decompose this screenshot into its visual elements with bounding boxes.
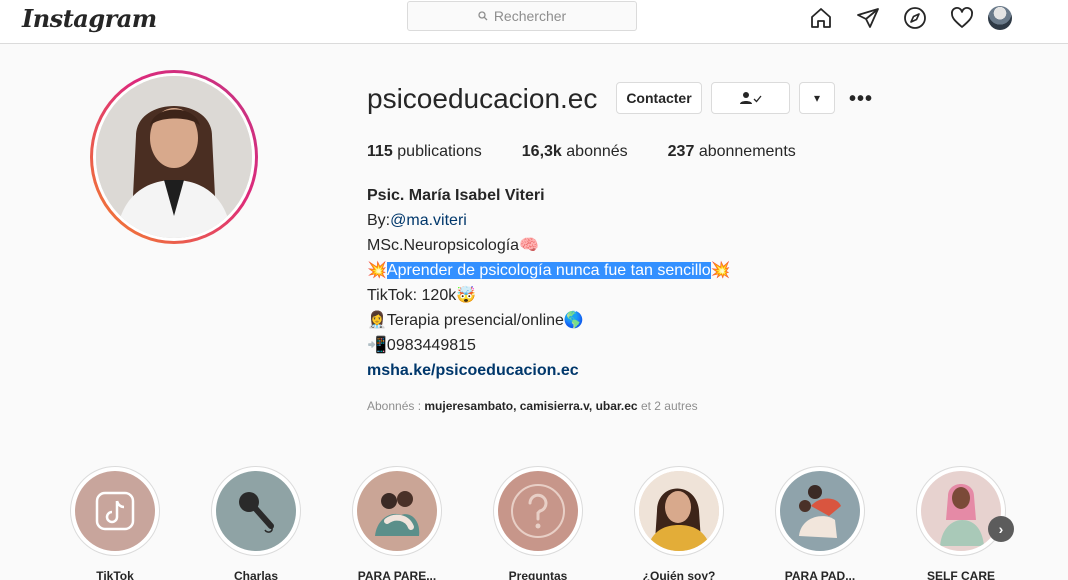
collision-icon: 💥 xyxy=(367,262,387,279)
highlight-tiktok[interactable]: TikTok xyxy=(70,466,160,580)
highlight-para-padres-2[interactable]: PARA PAD... xyxy=(775,466,865,580)
contact-button[interactable]: Contacter xyxy=(616,82,702,114)
stat-following[interactable]: 237 abonnements xyxy=(668,143,796,161)
instagram-logo[interactable]: Instagram xyxy=(22,4,157,33)
profile-bio: Psic. María Isabel Viteri By:@ma.viteri … xyxy=(367,183,731,383)
family-illustration-icon xyxy=(357,471,437,551)
chevron-right-icon[interactable]: › xyxy=(988,516,1014,542)
bio-by-line: By:@ma.viteri xyxy=(367,212,467,229)
bio-tiktok-line: TikTok: 120k🤯 xyxy=(367,287,477,304)
more-options-icon[interactable]: ••• xyxy=(849,88,873,111)
selected-text: Aprender de psicología nunca fue tan sen… xyxy=(386,262,711,279)
highlight-preguntas[interactable]: Preguntas xyxy=(493,466,583,580)
top-navbar: Instagram Rechercher xyxy=(0,0,1068,44)
profile-avatar[interactable] xyxy=(90,70,258,244)
nav-icons xyxy=(808,5,1012,31)
direct-message-icon[interactable] xyxy=(855,5,881,31)
health-worker-icon: 👩‍⚕️ xyxy=(367,312,387,329)
profile-full-name: Psic. María Isabel Viteri xyxy=(367,187,545,204)
profile-stats: 115 publications 16,3k abonnés 237 abonn… xyxy=(367,143,836,161)
user-avatar[interactable] xyxy=(988,6,1012,30)
profile-photo-highlight xyxy=(639,471,719,551)
stat-followers[interactable]: 16,3k abonnés xyxy=(522,143,628,161)
profile-photo xyxy=(96,76,252,238)
bio-phone-line: 📲0983449815 xyxy=(367,337,476,354)
search-input[interactable]: Rechercher xyxy=(407,1,637,31)
highlight-charlas[interactable]: Charlas xyxy=(211,466,301,580)
search-placeholder: Rechercher xyxy=(493,8,567,24)
collision-icon: 💥 xyxy=(710,262,731,279)
highlight-quien-soy[interactable]: ¿Quién soy? xyxy=(634,466,724,580)
highlight-para-padres[interactable]: PARA PARE... xyxy=(352,466,442,580)
search-icon xyxy=(478,11,488,21)
followed-by-text[interactable]: Abonnés : mujeresambato, camisierra.v, u… xyxy=(367,399,698,413)
chevron-down-icon: ▾ xyxy=(813,91,821,105)
heart-activity-icon[interactable] xyxy=(949,5,975,31)
question-mark-icon xyxy=(498,471,578,551)
explore-compass-icon[interactable] xyxy=(902,5,928,31)
suggested-dropdown-button[interactable]: ▾ xyxy=(799,82,835,114)
home-icon[interactable] xyxy=(808,5,834,31)
mobile-phone-icon: 📲 xyxy=(367,337,387,354)
bio-therapy-line: 👩‍⚕️Terapia presencial/online🌎 xyxy=(367,312,584,329)
following-button[interactable] xyxy=(711,82,790,114)
story-highlights: TikTok Charlas PARA PARE... Preguntas ¿Q… xyxy=(70,466,1068,580)
tiktok-icon xyxy=(75,471,155,551)
bio-tagline-line: 💥Aprender de psicología nunca fue tan se… xyxy=(367,258,731,283)
parent-child-illustration-icon xyxy=(780,471,860,551)
mention-link[interactable]: @ma.viteri xyxy=(390,212,467,229)
self-care-illustration-icon xyxy=(921,471,1001,551)
brain-icon: 🧠 xyxy=(519,237,539,254)
profile-username: psicoeducacion.ec xyxy=(367,83,598,114)
user-check-icon xyxy=(739,92,762,104)
globe-icon: 🌎 xyxy=(563,312,584,329)
bio-msc-line: MSc.Neuropsicología🧠 xyxy=(367,237,539,254)
bio-website-link[interactable]: msha.ke/psicoeducacion.ec xyxy=(367,358,731,383)
mind-blown-icon: 🤯 xyxy=(456,287,477,304)
stat-posts: 115 publications xyxy=(367,143,482,160)
microphone-icon xyxy=(216,471,296,551)
